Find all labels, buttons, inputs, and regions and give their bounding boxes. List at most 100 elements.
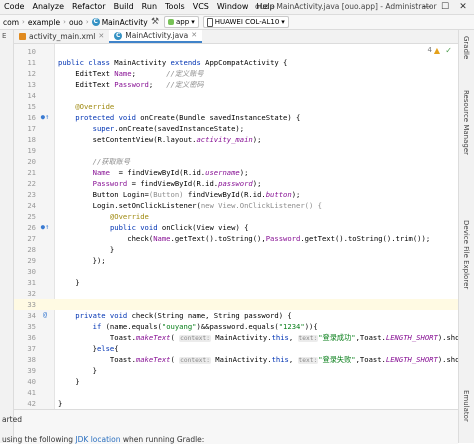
tab-main-activity-java[interactable]: C MainActivity.java ✕ — [109, 30, 203, 43]
code-token: makeText — [135, 355, 171, 364]
code-line[interactable]: 32 — [14, 288, 458, 299]
code-text: protected void onCreate(Bundle savedInst… — [58, 112, 300, 123]
phone-icon — [206, 17, 213, 27]
code-line[interactable]: 29 }); — [14, 255, 458, 266]
code-line[interactable]: 11 public class MainActivity extends AppC… — [14, 57, 458, 68]
code-token: .getText().toString(), — [170, 234, 266, 243]
code-editor[interactable]: 4 ▲ ✓ 10 11 public class MainActivity exte… — [14, 44, 458, 409]
code-token: ); — [239, 168, 249, 177]
code-line[interactable]: 22 Password = findViewById(R.id.password… — [14, 178, 458, 189]
code-line[interactable]: 33 — [14, 299, 458, 310]
breadcrumb-file-label: MainActivity — [101, 17, 148, 27]
code-token: this — [271, 355, 289, 364]
code-line[interactable]: 34 @ private void check(String name, Stri… — [14, 310, 458, 321]
code-token: .onCreate(savedInstanceState); — [114, 124, 245, 133]
line-number: 22 — [27, 179, 36, 188]
code-token: { — [114, 344, 119, 353]
code-token: Login.setOnClickListener( — [58, 201, 201, 210]
code-line[interactable]: 20 //获取账号 — [14, 156, 458, 167]
menu-vcs[interactable]: VCS — [189, 0, 213, 14]
menu-tools[interactable]: Tools — [161, 0, 189, 14]
project-tool-label[interactable]: E — [2, 32, 6, 40]
window-controls: — ☐ ✕ — [418, 0, 472, 14]
code-token: MainActivity. — [210, 333, 272, 342]
minimize-icon[interactable]: — — [418, 2, 436, 12]
close-icon[interactable]: ✕ — [98, 30, 104, 43]
hammer-icon[interactable]: ⚒ — [150, 17, 160, 27]
tool-window-gradle[interactable]: Gradle — [462, 36, 470, 59]
maximize-icon[interactable]: ☐ — [436, 2, 454, 12]
line-number: 23 — [27, 190, 36, 199]
code-token: "ouyang" — [161, 322, 197, 331]
android-icon — [168, 19, 174, 25]
override-marker-icon[interactable]: ●↑ — [40, 112, 50, 123]
line-number: 16 — [27, 113, 36, 122]
code-text: public void onClick(View view) { — [58, 222, 248, 233]
tool-window-emulator[interactable]: Emulator — [462, 390, 470, 422]
run-config-select[interactable]: app ▾ — [164, 16, 199, 28]
code-token: } — [58, 278, 80, 287]
code-text: //获取账号 — [58, 156, 130, 167]
menu-refactor[interactable]: Refactor — [68, 0, 110, 14]
line-number: 26 — [27, 223, 36, 232]
code-line[interactable]: 25 @Override — [14, 211, 458, 222]
code-line[interactable]: 31 } — [14, 277, 458, 288]
line-number: 24 — [27, 201, 36, 210]
breadcrumb-example[interactable]: example — [25, 18, 63, 27]
code-token: } — [58, 377, 80, 386]
code-line[interactable]: 26 ●↑ public void onClick(View view) { — [14, 222, 458, 233]
code-line[interactable]: 28 } — [14, 244, 458, 255]
override-marker-icon[interactable]: @ — [40, 310, 50, 321]
code-line[interactable]: 30 — [14, 266, 458, 277]
code-line[interactable]: 41 — [14, 387, 458, 398]
code-line[interactable]: 19 — [14, 145, 458, 156]
tool-window-device-file-explorer[interactable]: Device File Explorer — [462, 220, 470, 289]
code-line[interactable]: 27 check(Name.getText().toString(),Passw… — [14, 233, 458, 244]
close-icon[interactable]: ✕ — [454, 2, 472, 12]
code-text: Name = findViewById(R.id.username); — [58, 167, 249, 178]
code-token: EditText — [58, 69, 115, 78]
right-tool-strip: Gradle Resource Manager Device File Explor… — [458, 30, 474, 443]
code-line[interactable]: 12 EditText Name; //定义账号 — [14, 68, 458, 79]
code-text: } — [58, 277, 80, 288]
code-line[interactable]: 14 — [14, 90, 458, 101]
code-line[interactable]: 13 EditText Password; //定义密码 — [14, 79, 458, 90]
code-line[interactable]: 21 Name = findViewById(R.id.username); — [14, 167, 458, 178]
device-select[interactable]: HUAWEI COL-AL10 ▾ — [202, 16, 289, 28]
code-line[interactable]: 15 @Override — [14, 101, 458, 112]
line-number: 11 — [27, 58, 36, 67]
code-line[interactable]: 42} — [14, 398, 458, 409]
code-text: Button Login=(Button) findViewById(R.id.… — [58, 189, 301, 200]
code-line[interactable]: 38 Toast.makeText( context: MainActivity… — [14, 354, 458, 365]
menu-code[interactable]: Code — [0, 0, 28, 14]
menu-build[interactable]: Build — [110, 0, 138, 14]
code-line[interactable]: 36 Toast.makeText( context: MainActivity… — [14, 332, 458, 343]
code-line[interactable]: 16 ●↑ protected void onCreate(Bundle save… — [14, 112, 458, 123]
override-marker-icon[interactable]: ●↑ — [40, 222, 50, 233]
breadcrumb-ouo[interactable]: ouo — [66, 18, 86, 27]
code-text: }); — [58, 255, 106, 266]
code-line[interactable]: 23 Button Login=(Button) findViewById(R.… — [14, 189, 458, 200]
breadcrumb-file[interactable]: C MainActivity — [89, 18, 151, 27]
tool-window-resource-manager[interactable]: Resource Manager — [462, 90, 470, 155]
code-line[interactable]: 18 setContentView(R.layout.activity_main… — [14, 134, 458, 145]
breadcrumb-com[interactable]: com — [0, 18, 22, 27]
code-line[interactable]: 39 } — [14, 365, 458, 376]
tab-activity-main-xml[interactable]: activity_main.xml ✕ — [14, 30, 109, 43]
code-token: setContentView(R.layout. — [58, 135, 197, 144]
code-line[interactable]: 17 super.onCreate(savedInstanceState); — [14, 123, 458, 134]
menu-run[interactable]: Run — [138, 0, 161, 14]
code-line[interactable]: 40 } — [14, 376, 458, 387]
code-text: } — [58, 244, 114, 255]
close-icon[interactable]: ✕ — [191, 30, 197, 41]
code-line[interactable]: 24 Login.setOnClickListener(new View.OnC… — [14, 200, 458, 211]
code-token: ( — [170, 355, 180, 364]
code-line[interactable]: 10 — [14, 46, 458, 57]
line-number: 39 — [27, 366, 36, 375]
code-line[interactable]: 37 }else{ — [14, 343, 458, 354]
menu-analyze[interactable]: Analyze — [28, 0, 68, 14]
menu-window[interactable]: Window — [213, 0, 253, 14]
code-line[interactable]: 35 if (name.equals("ouyang")&&password.e… — [14, 321, 458, 332]
